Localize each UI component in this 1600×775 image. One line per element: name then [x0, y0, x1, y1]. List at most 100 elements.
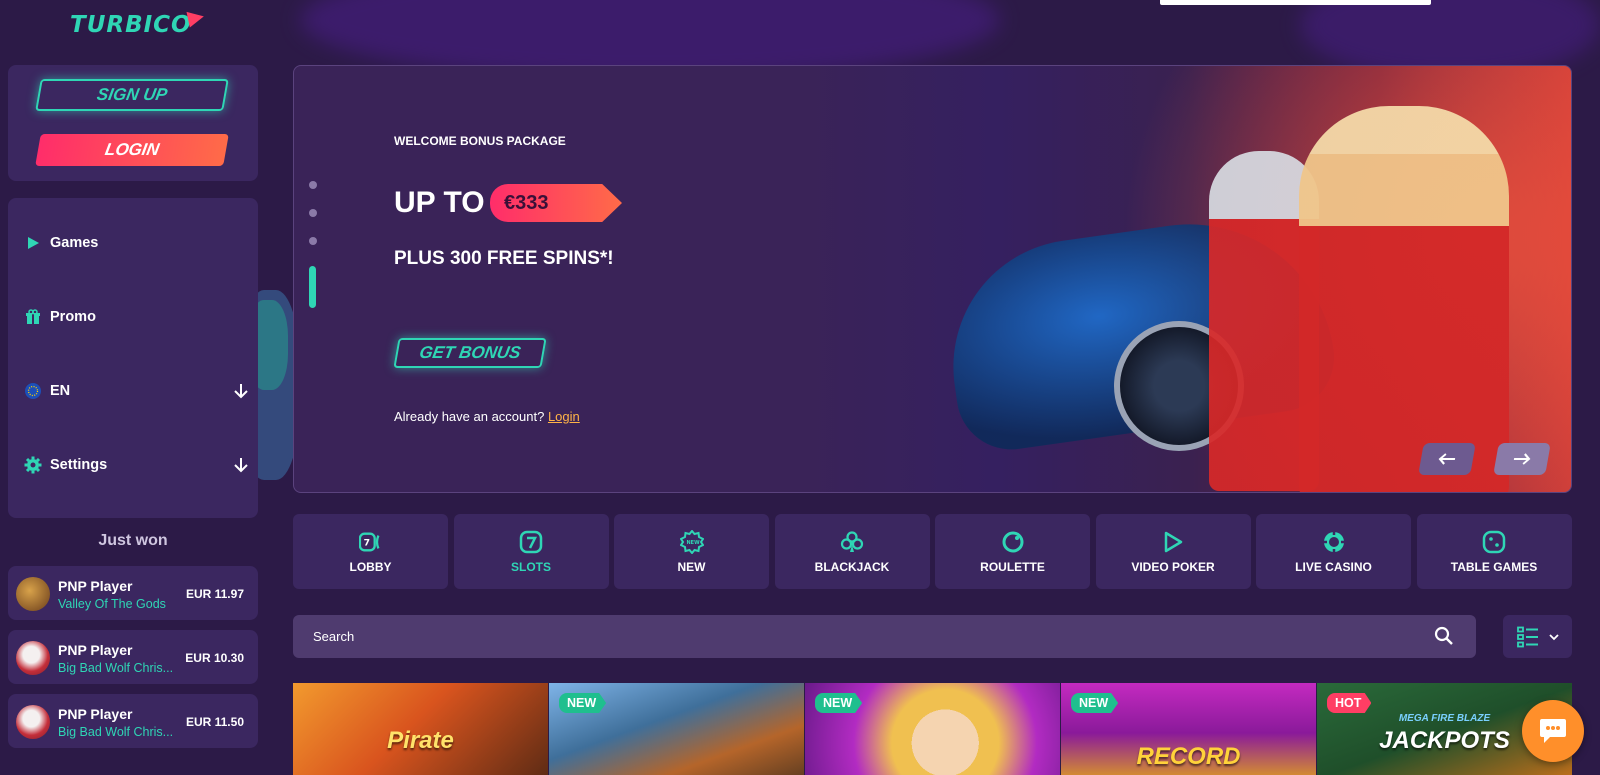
game-badge: NEW: [815, 693, 863, 713]
slider-dot-active[interactable]: [309, 266, 316, 308]
search-input[interactable]: [313, 629, 1413, 644]
svg-text:NEW: NEW: [686, 540, 700, 546]
sidebar-item-label: Games: [50, 235, 99, 251]
slots-icon: [519, 530, 543, 554]
list-view-icon: [1516, 626, 1538, 647]
search-bar: [293, 615, 1476, 658]
category-label: NEW: [677, 559, 706, 574]
logo-arrow-icon: [186, 8, 206, 28]
category-video-poker[interactable]: VIDEO POKER: [1095, 514, 1251, 589]
slider-prev-button[interactable]: [1418, 443, 1476, 475]
category-label: TABLE GAMES: [1450, 559, 1538, 574]
logo-text: TURBICO: [70, 12, 192, 38]
category-new[interactable]: NEW NEW: [614, 514, 769, 589]
game-tile[interactable]: Pirate: [293, 683, 548, 775]
category-label: LIVE CASINO: [1295, 559, 1372, 574]
arrow-down-icon: [234, 384, 248, 399]
gift-icon: [24, 308, 42, 326]
game-badge: NEW: [559, 693, 607, 713]
slider-dot[interactable]: [309, 209, 317, 217]
game-title: Pirate: [387, 727, 454, 754]
hero-up-to: UP TO: [394, 186, 485, 219]
dice-icon: [1482, 530, 1506, 554]
svg-text:7: 7: [363, 537, 369, 548]
game-tile[interactable]: NEW RECORD: [1061, 683, 1316, 775]
view-toggle-button[interactable]: [1503, 615, 1572, 658]
won-game[interactable]: Big Bad Wolf Chris...: [58, 661, 178, 675]
won-amount: EUR 10.30: [185, 651, 244, 665]
login-label: LOGIN: [103, 140, 161, 159]
hero-banner: WELCOME BONUS PACKAGE UP TO €333 PLUS 30…: [293, 65, 1572, 493]
game-grid: Pirate NEW NEW NEW RECORD HOT MEGA FIRE …: [293, 683, 1572, 775]
chip-icon: [1322, 530, 1346, 554]
arrow-down-icon: [234, 458, 248, 473]
won-row[interactable]: PNP Player Valley Of The Gods EUR 11.97: [8, 566, 258, 620]
game-tile[interactable]: NEW: [549, 683, 804, 775]
sidebar-item-promo[interactable]: Promo: [24, 302, 250, 332]
club-icon: [840, 530, 864, 554]
category-blackjack[interactable]: BLACKJACK: [774, 514, 930, 589]
signup-button[interactable]: SIGN UP: [35, 79, 229, 111]
get-bonus-button[interactable]: GET BONUS: [393, 338, 547, 368]
signup-label: SIGN UP: [95, 85, 169, 104]
category-slots[interactable]: SLOTS: [453, 514, 609, 589]
sidebar-item-label: EN: [50, 383, 71, 399]
hero-spins: PLUS 300 FREE SPINS*!: [394, 248, 614, 269]
chat-icon: [1540, 719, 1566, 743]
won-player: PNP Player: [58, 706, 133, 722]
game-title: RECORD: [1136, 743, 1241, 770]
hero-amount-badge: €333: [490, 184, 622, 222]
auth-panel: SIGN UP LOGIN: [8, 65, 258, 181]
hero-woman-image: [1299, 106, 1509, 492]
login-button[interactable]: LOGIN: [35, 134, 229, 166]
account-question: Already have an account?: [394, 409, 545, 424]
category-bar: 7 LOBBY SLOTS NEW NEW BLACKJACK ROULETTE…: [293, 514, 1572, 589]
gear-icon: [24, 456, 42, 474]
won-row[interactable]: PNP Player Big Bad Wolf Chris... EUR 10.…: [8, 630, 258, 684]
category-label: VIDEO POKER: [1131, 559, 1215, 574]
won-row[interactable]: PNP Player Big Bad Wolf Chris... EUR 11.…: [8, 694, 258, 748]
game-thumbnail: [16, 705, 50, 739]
category-label: SLOTS: [510, 559, 551, 574]
just-won-title: Just won: [98, 532, 168, 549]
arrow-left-icon: [1438, 453, 1456, 465]
login-link[interactable]: Login: [548, 409, 580, 424]
won-game[interactable]: Valley Of The Gods: [58, 597, 178, 611]
category-label: LOBBY: [349, 559, 392, 574]
category-roulette[interactable]: ROULETTE: [935, 514, 1090, 589]
won-player: PNP Player: [58, 642, 133, 658]
game-badge: NEW: [1071, 693, 1119, 713]
hero-kicker: WELCOME BONUS PACKAGE: [394, 134, 566, 148]
won-player: PNP Player: [58, 578, 133, 594]
category-live-casino[interactable]: LIVE CASINO: [1256, 514, 1411, 589]
logo[interactable]: TURBICO: [70, 8, 206, 38]
play-icon: [24, 234, 42, 252]
lobby-icon: 7: [358, 530, 383, 554]
slider-dot[interactable]: [309, 181, 317, 189]
chat-button[interactable]: [1522, 700, 1584, 762]
slider-next-button[interactable]: [1493, 443, 1551, 475]
category-label: ROULETTE: [980, 559, 1045, 574]
search-icon[interactable]: [1434, 626, 1454, 646]
sidebar-item-games[interactable]: Games: [24, 228, 250, 258]
game-badge: HOT: [1327, 693, 1372, 713]
sidebar-item-label: Promo: [50, 309, 96, 325]
category-label: BLACKJACK: [814, 559, 890, 574]
arrow-right-icon: [1513, 453, 1531, 465]
won-amount: EUR 11.50: [185, 715, 244, 729]
game-tile[interactable]: NEW: [805, 683, 1060, 775]
category-lobby[interactable]: 7 LOBBY: [293, 514, 448, 589]
won-amount: EUR 11.97: [185, 587, 244, 601]
sidebar-item-label: Settings: [50, 457, 108, 473]
play-icon: [1161, 530, 1185, 554]
sidebar-item-settings[interactable]: Settings: [24, 450, 250, 480]
new-icon: NEW: [679, 529, 704, 554]
won-game[interactable]: Big Bad Wolf Chris...: [58, 725, 178, 739]
category-table-games[interactable]: TABLE GAMES: [1416, 514, 1572, 589]
slider-dot[interactable]: [309, 237, 317, 245]
eu-flag-icon: [24, 382, 42, 400]
chevron-down-icon: [1548, 633, 1559, 640]
roulette-icon: [1001, 530, 1025, 554]
sidebar-item-language[interactable]: EN: [24, 376, 250, 406]
get-bonus-label: GET BONUS: [417, 343, 523, 362]
